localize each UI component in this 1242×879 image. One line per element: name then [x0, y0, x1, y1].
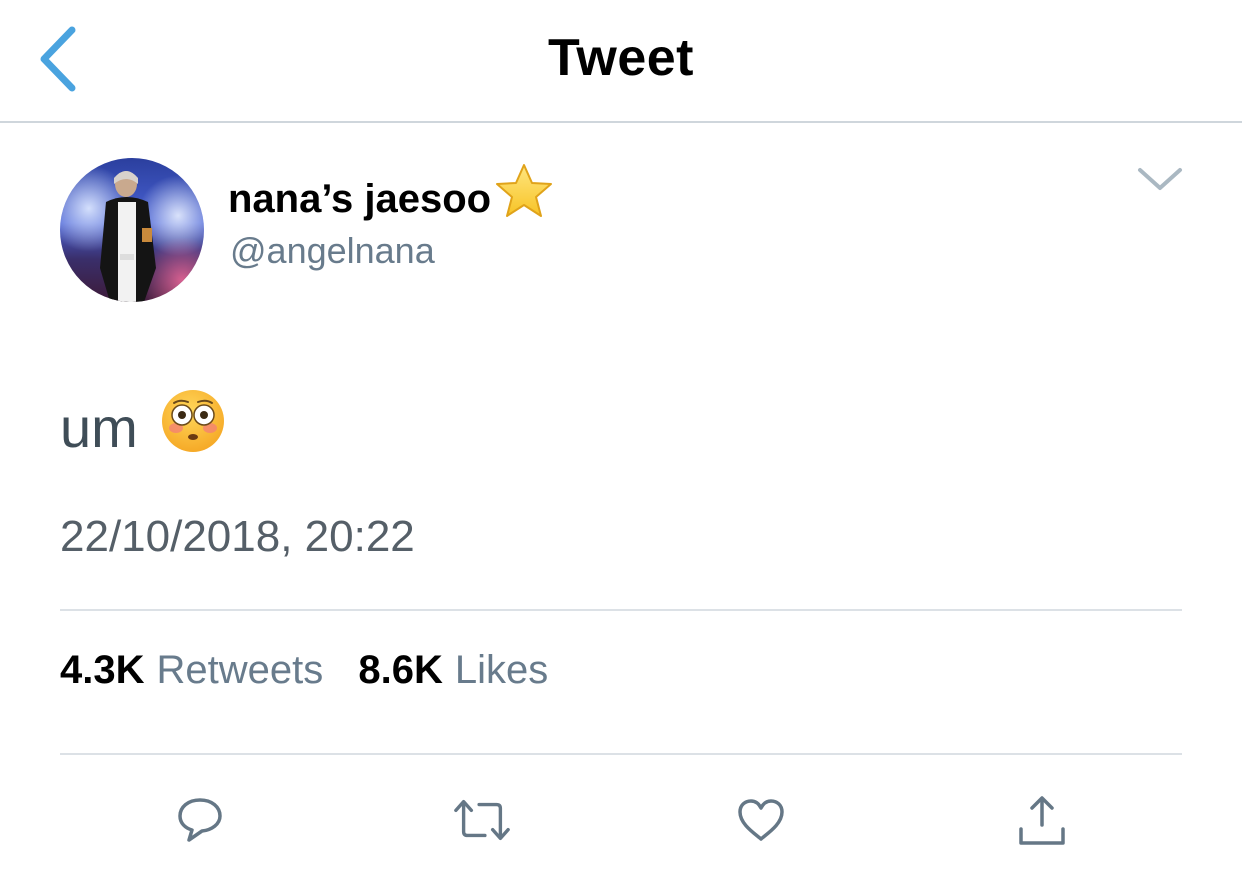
- like-button[interactable]: [731, 790, 791, 850]
- tweet-text: um: [60, 388, 226, 467]
- share-icon: [1019, 796, 1065, 845]
- avatar[interactable]: [60, 158, 204, 302]
- divider: [60, 609, 1182, 611]
- reply-button[interactable]: [170, 790, 230, 850]
- display-name[interactable]: nana’s jaesoo: [228, 164, 555, 230]
- avatar-image: [60, 158, 204, 302]
- retweet-icon: [454, 799, 510, 841]
- likes-stat[interactable]: 8.6K Likes: [358, 648, 548, 693]
- tweet-text-content: um: [60, 396, 138, 459]
- more-options-button[interactable]: [1130, 160, 1190, 200]
- reply-icon: [178, 798, 222, 842]
- flushed-face-icon: [160, 388, 226, 467]
- likes-label: Likes: [454, 648, 549, 692]
- chevron-down-icon: [1138, 168, 1182, 190]
- navigation-bar: Tweet: [0, 0, 1242, 123]
- tweet-timestamp: 22/10/2018, 20:22: [60, 512, 415, 561]
- divider: [60, 753, 1182, 755]
- retweet-button[interactable]: [452, 790, 512, 850]
- retweets-label: Retweets: [156, 648, 324, 692]
- retweets-stat[interactable]: 4.3K Retweets: [60, 648, 323, 693]
- share-button[interactable]: [1012, 790, 1072, 850]
- display-name-text: nana’s jaesoo: [228, 176, 492, 221]
- user-handle[interactable]: @angelnana: [230, 230, 435, 272]
- tweet-stats: 4.3K Retweets 8.6K Likes: [60, 648, 548, 693]
- heart-icon: [738, 799, 784, 841]
- action-bar: [0, 790, 1242, 860]
- retweets-count: 4.3K: [60, 648, 145, 692]
- star-icon: [493, 162, 555, 230]
- page-title: Tweet: [547, 29, 694, 87]
- likes-count: 8.6K: [358, 648, 443, 692]
